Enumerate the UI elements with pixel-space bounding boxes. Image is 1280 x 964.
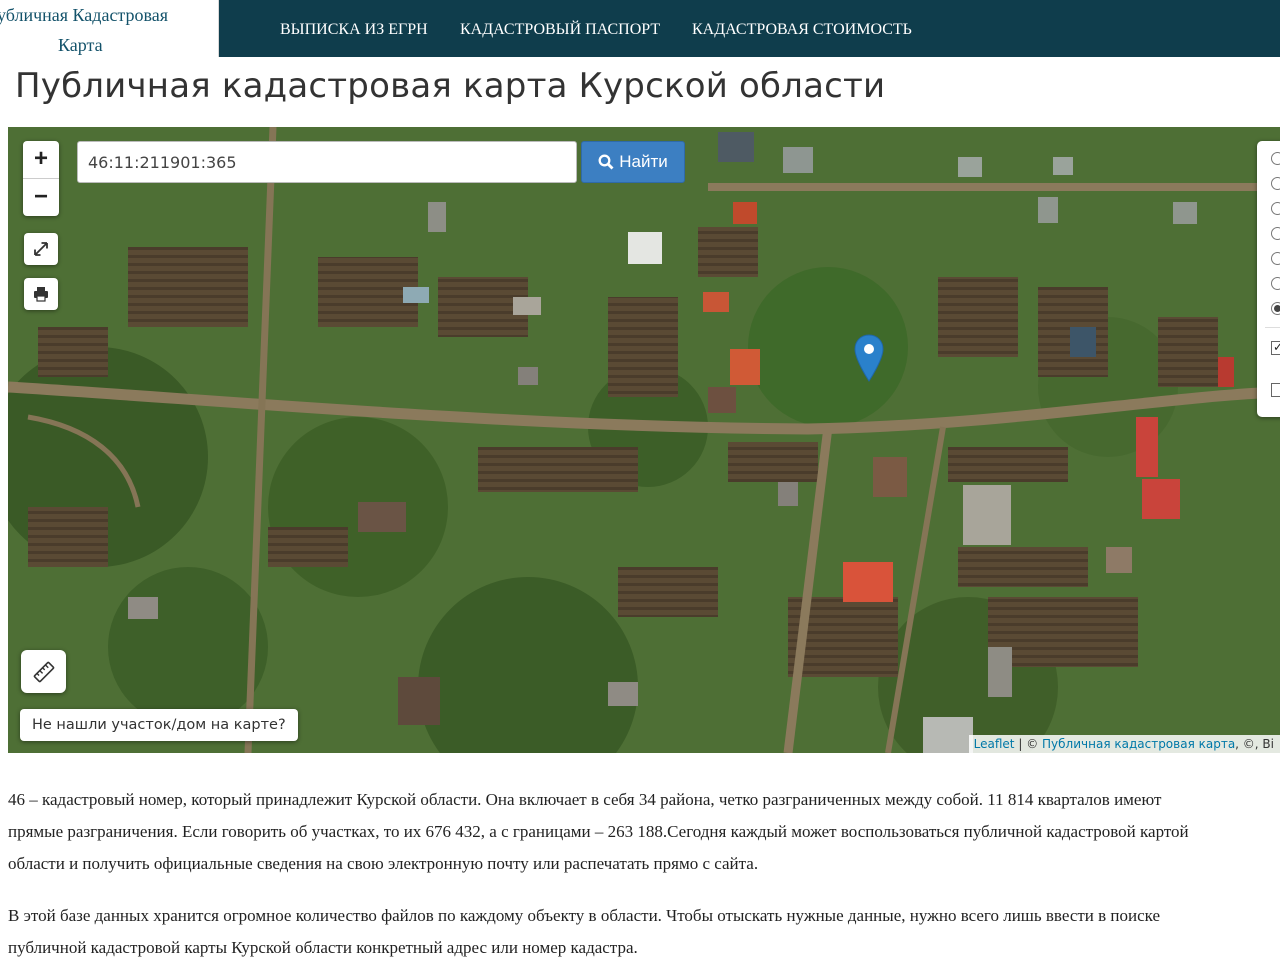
base-layer-radio-4[interactable] xyxy=(1271,227,1280,240)
search-button-label: Найти xyxy=(619,152,668,171)
base-layer-radio-6[interactable] xyxy=(1271,277,1280,290)
nav-cadastral-value[interactable]: Кадастровая стоимость xyxy=(692,0,912,57)
brand-line-1: Публичная Кадастровая xyxy=(0,5,169,25)
print-button[interactable] xyxy=(24,278,58,310)
nav-egrn-extract[interactable]: Выписка из ЕГРН xyxy=(280,0,428,57)
base-layer-radio-5[interactable] xyxy=(1271,252,1280,265)
nav-cadastral-passport[interactable]: Кадастровый паспорт xyxy=(460,0,660,57)
base-layer-radio-2[interactable] xyxy=(1271,177,1280,190)
ruler-icon xyxy=(33,661,54,682)
cadastral-map[interactable]: + − Найти ✓ xyxy=(8,127,1280,753)
paragraph-2-line-2: публичной кадастровой карты Курской обла… xyxy=(8,938,638,957)
layers-separator xyxy=(1265,327,1280,328)
cadastral-search-input[interactable] xyxy=(77,141,577,183)
satellite-imagery[interactable] xyxy=(8,127,1280,753)
measure-button[interactable] xyxy=(21,650,66,693)
base-layer-radio-1[interactable] xyxy=(1271,152,1280,165)
paragraph-1-line-3: области и получить официальные сведения … xyxy=(8,854,759,873)
not-found-button[interactable]: Не нашли участок/дом на карте? xyxy=(20,709,298,741)
site-header: Публичная Кадастровая Карта Выписка из Е… xyxy=(0,0,1280,57)
overlay-checkbox-2[interactable] xyxy=(1271,383,1280,397)
map-attribution: Leaflet | © Публичная кадастровая карта,… xyxy=(968,735,1280,753)
paragraph-1-line-2: прямые разграничения. Если говорить об у… xyxy=(8,822,1189,841)
base-layer-radio-3[interactable] xyxy=(1271,202,1280,215)
search-icon xyxy=(598,154,614,170)
leaflet-link[interactable]: Leaflet xyxy=(974,737,1015,751)
overlay-checkbox-1[interactable]: ✓ xyxy=(1271,341,1280,355)
paragraph-1-line-1: 46 – кадастровый номер, который принадле… xyxy=(8,790,1162,809)
layers-control: ✓ xyxy=(1257,141,1280,417)
print-icon xyxy=(34,287,48,302)
page-title: Публичная кадастровая карта Курской обла… xyxy=(15,66,886,106)
article-text: 46 – кадастровый номер, который принадле… xyxy=(8,784,1280,964)
site-logo[interactable]: Публичная Кадастровая Карта xyxy=(0,0,219,57)
fullscreen-button[interactable] xyxy=(24,233,58,265)
search-button[interactable]: Найти xyxy=(581,141,685,183)
paragraph-2-line-1: В этой базе данных хранится огромное кол… xyxy=(8,906,1161,925)
attribution-rest: , ©, Bi xyxy=(1235,737,1274,751)
brand-line-2: Карта xyxy=(58,35,103,55)
fullscreen-icon xyxy=(34,242,48,256)
attribution-copyright: © xyxy=(1026,737,1039,751)
cadastral-map-link[interactable]: Публичная кадастровая карта xyxy=(1042,737,1235,751)
zoom-out-button[interactable]: − xyxy=(23,179,59,216)
attribution-separator: | xyxy=(1018,737,1023,751)
base-layer-radio-7[interactable] xyxy=(1271,302,1280,315)
zoom-control: + − xyxy=(23,141,59,216)
map-marker-icon[interactable] xyxy=(854,334,884,382)
zoom-in-button[interactable]: + xyxy=(23,141,59,179)
